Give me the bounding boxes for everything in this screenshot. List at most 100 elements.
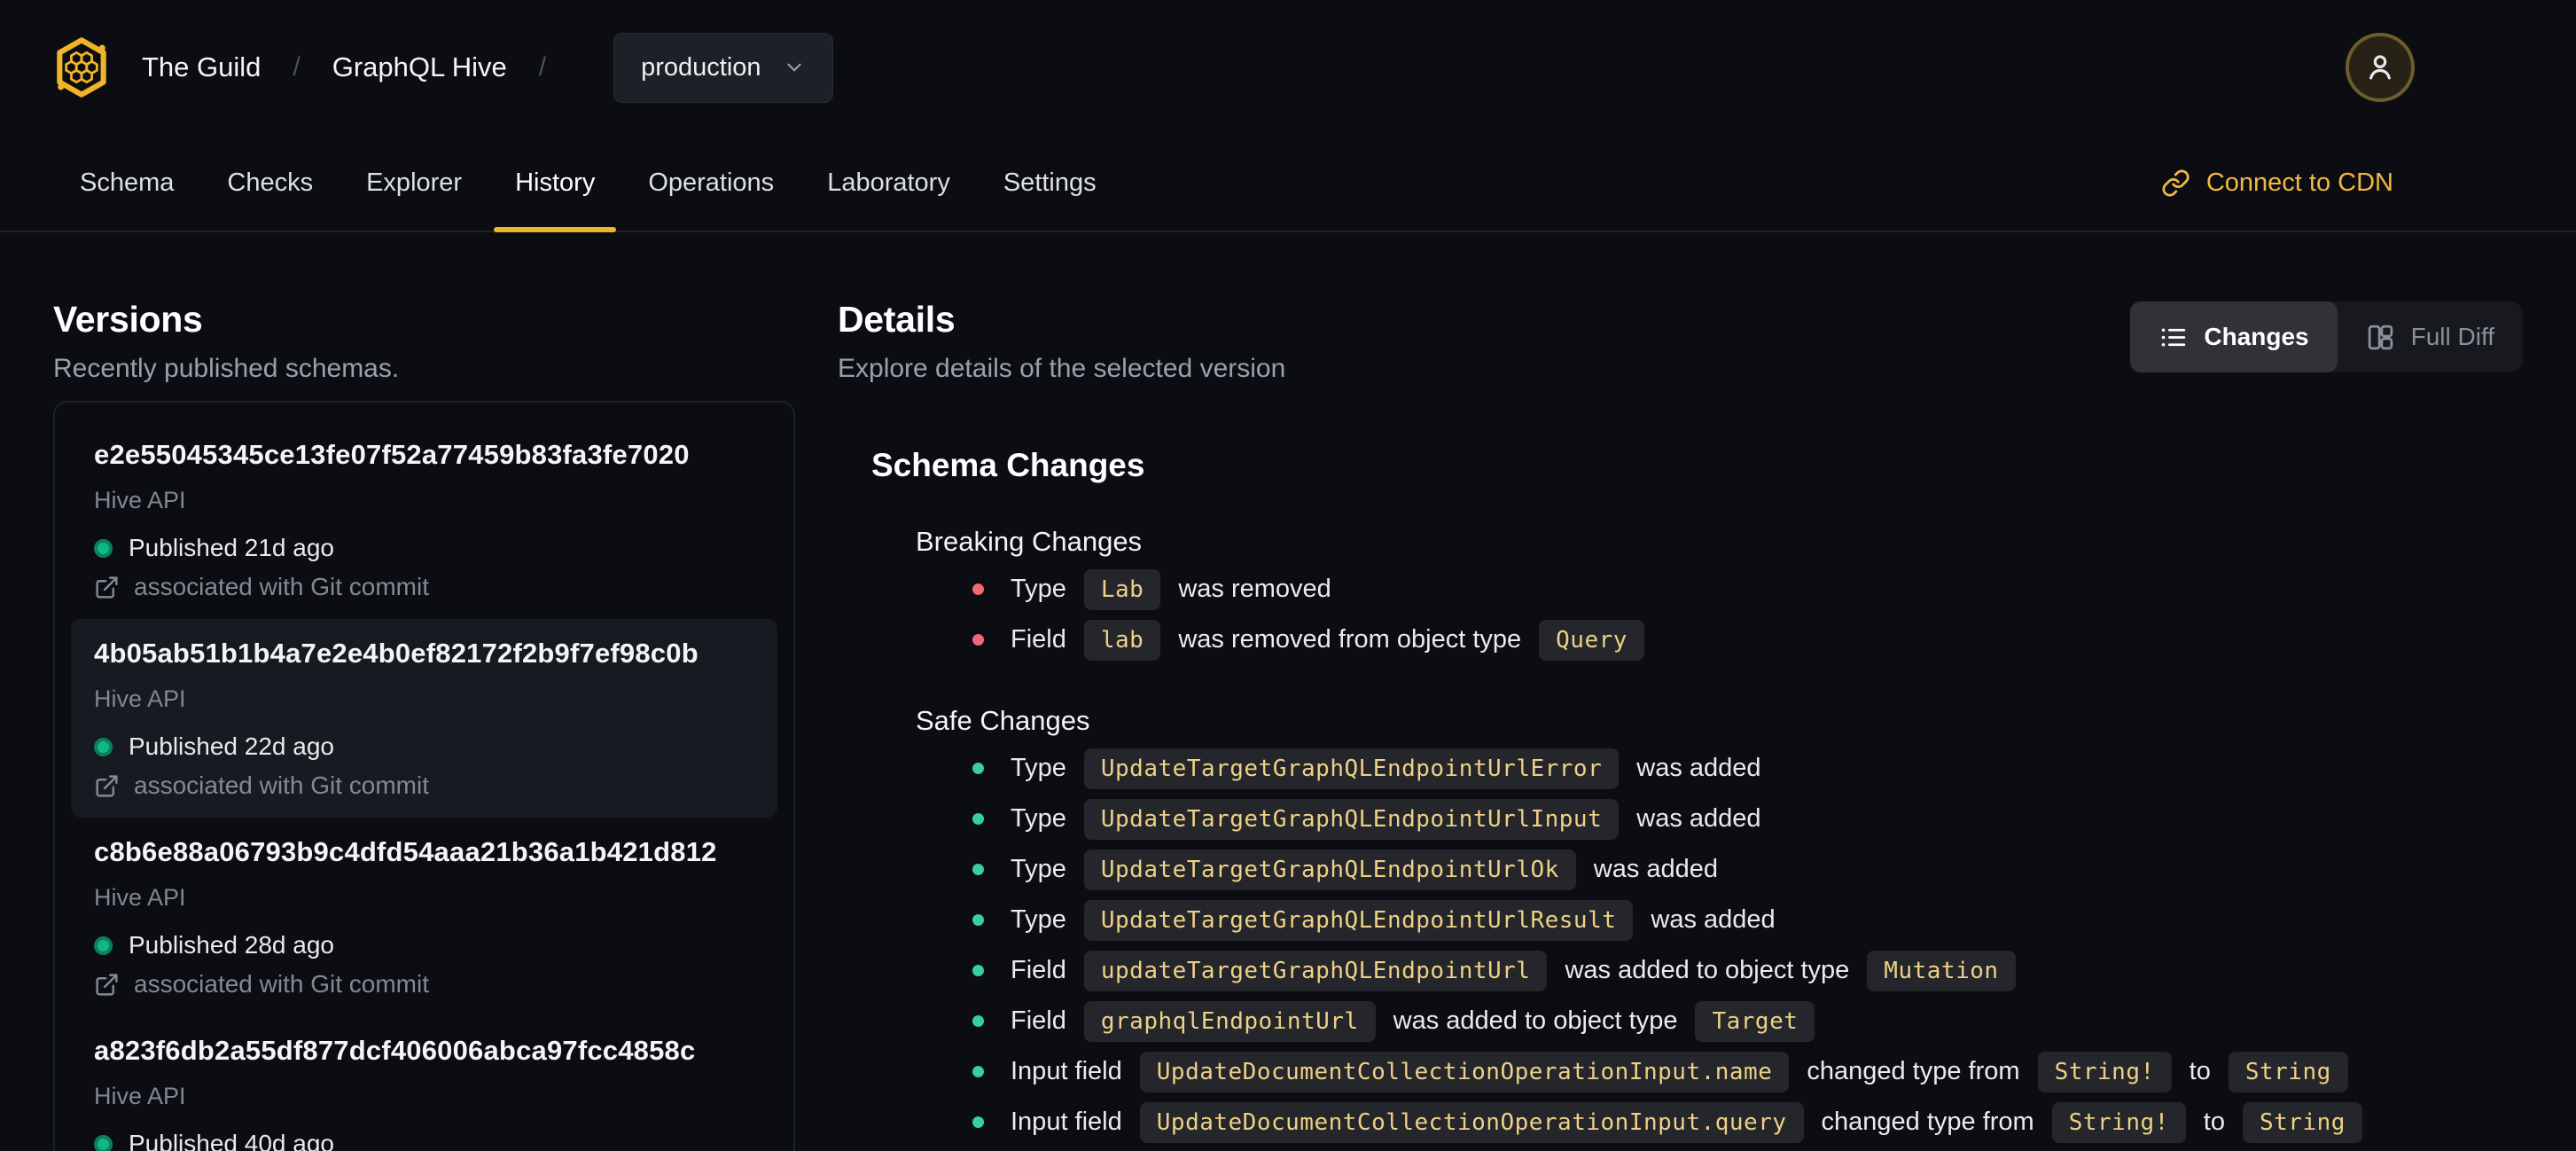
tab-laboratory[interactable]: Laboratory — [800, 135, 977, 231]
full-diff-toggle-button[interactable]: Full Diff — [2338, 301, 2523, 372]
change-text: Input field — [1011, 1108, 1122, 1136]
hive-logo-icon[interactable] — [53, 36, 110, 98]
bullet-icon — [972, 914, 984, 926]
tab-explorer[interactable]: Explorer — [340, 135, 488, 231]
version-service: Hive API — [94, 1083, 186, 1109]
breadcrumb-separator: / — [293, 52, 301, 82]
code-chip: UpdateDocumentCollectionOperationInput.q… — [1139, 1101, 1804, 1143]
published-text: Published 28d ago — [129, 931, 334, 959]
code-chip: String! — [2037, 1051, 2172, 1092]
change-text: was added to object type — [1393, 1006, 1678, 1035]
bullet-icon — [972, 763, 984, 774]
published-dot-icon — [94, 538, 113, 558]
change-row: Input field UpdateDocumentCollectionOpera… — [972, 1046, 2523, 1097]
published-text: Published 40d ago — [129, 1130, 334, 1151]
published-dot-icon — [94, 737, 113, 756]
version-card[interactable]: 4b05ab51b1b4a7e2e4b0ef82172f2b9f7ef98c0b… — [71, 619, 777, 818]
full-diff-toggle-label: Full Diff — [2410, 323, 2494, 350]
change-text: Field — [1011, 1006, 1066, 1035]
code-chip: UpdateTargetGraphQLEndpointUrlInput — [1083, 798, 1620, 840]
code-chip: updateTargetGraphQLEndpointUrl — [1083, 950, 1548, 991]
change-text: was removed from object type — [1178, 625, 1522, 654]
bullet-icon — [972, 634, 984, 646]
breaking-changes-group: Breaking Changes Type Lab was removed Field… — [916, 525, 2523, 665]
change-row: Field updateTargetGraphQLEndpointUrl was a… — [972, 945, 2523, 996]
change-text: Type — [1011, 905, 1066, 934]
code-chip: Mutation — [1867, 950, 2016, 991]
user-icon — [2369, 55, 2391, 80]
target-selector-value: production — [641, 52, 761, 82]
change-text: Type — [1011, 754, 1066, 782]
change-row: Field graphqlEndpointUrl was added to obje… — [972, 996, 2523, 1046]
breadcrumb-separator: / — [538, 52, 547, 82]
user-avatar[interactable] — [2346, 33, 2415, 102]
version-card[interactable]: a823f6db2a55df877dcf406006abca97fcc4858c… — [71, 1016, 777, 1151]
git-commit-link[interactable]: associated with Git commit — [94, 771, 754, 800]
link-icon — [2162, 169, 2190, 196]
external-link-icon — [96, 576, 118, 599]
breadcrumb-project[interactable]: GraphQL Hive — [332, 51, 507, 83]
git-commit-text: associated with Git commit — [134, 970, 429, 998]
versions-title: Versions — [53, 299, 203, 340]
details-title: Details — [838, 299, 956, 340]
change-text: Field — [1011, 625, 1066, 654]
version-card[interactable]: e2e55045345ce13fe07f52a77459b83fa3fe7020… — [71, 420, 777, 619]
schema-changes-title: Schema Changes — [871, 447, 1145, 483]
safe-changes-title: Safe Changes — [916, 705, 1090, 736]
change-text: Type — [1011, 855, 1066, 883]
code-chip: UpdateDocumentCollectionOperationInput.n… — [1139, 1051, 1790, 1092]
git-commit-link[interactable]: associated with Git commit — [94, 970, 754, 998]
change-row: Input field UpdateDocumentCollectionOpera… — [972, 1097, 2523, 1147]
change-row: Type UpdateTargetGraphQLEndpointUrlResult… — [972, 895, 2523, 945]
change-row: Type UpdateTargetGraphQLEndpointUrlInput w… — [972, 794, 2523, 844]
breaking-changes-list: Type Lab was removed Field lab was removed fr… — [972, 564, 2523, 665]
version-hash: 4b05ab51b1b4a7e2e4b0ef82172f2b9f7ef98c0b — [94, 638, 699, 669]
git-commit-link[interactable]: associated with Git commit — [94, 573, 754, 601]
tab-history[interactable]: History — [488, 135, 621, 232]
breadcrumb-org[interactable]: The Guild — [142, 51, 261, 83]
changes-toggle-button[interactable]: Changes — [2130, 301, 2338, 372]
version-card[interactable]: c8b6e88a06793b9c4dfd54aaa21b36a1b421d812… — [71, 818, 777, 1016]
schema-changes-section: Schema Changes Breaking Changes Type Lab w… — [871, 445, 2523, 1147]
details-subtitle: Explore details of the selected version — [838, 354, 1286, 383]
change-text: was added — [1636, 804, 1761, 833]
change-text: Input field — [1011, 1057, 1122, 1085]
tab-schema[interactable]: Schema — [53, 135, 200, 231]
bullet-icon — [972, 583, 984, 595]
code-chip: UpdateTargetGraphQLEndpointUrlResult — [1083, 899, 1634, 941]
details-panel: Details Explore details of the selected … — [838, 298, 2523, 1151]
code-chip: Lab — [1083, 568, 1161, 610]
version-service: Hive API — [94, 487, 186, 513]
code-chip: graphqlEndpointUrl — [1083, 1000, 1376, 1042]
bullet-icon — [972, 864, 984, 875]
list-icon — [2162, 327, 2186, 347]
change-row: Field lab was removed from object type Quer… — [972, 615, 2523, 665]
nav-bar: Schema Checks Explorer History Operations Lab… — [0, 135, 2576, 232]
change-text: Field — [1011, 956, 1066, 984]
details-header-text: Details Explore details of the selected … — [838, 298, 1285, 385]
view-toggle-group: Changes Full Diff — [2130, 301, 2523, 372]
git-commit-text: associated with Git commit — [134, 573, 429, 600]
bullet-icon — [972, 1066, 984, 1077]
tab-checks[interactable]: Checks — [200, 135, 340, 231]
version-hash: c8b6e88a06793b9c4dfd54aaa21b36a1b421d812 — [94, 836, 717, 867]
top-header: The Guild / GraphQL Hive / production — [0, 0, 2576, 135]
published-dot-icon — [94, 1134, 113, 1151]
bullet-icon — [972, 965, 984, 976]
tab-operations[interactable]: Operations — [621, 135, 800, 231]
change-text: was added — [1593, 855, 1719, 883]
version-published: Published 21d ago — [94, 534, 754, 562]
change-text: was added — [1651, 905, 1776, 934]
connect-to-cdn-button[interactable]: Connect to CDN — [2161, 135, 2393, 231]
version-service: Hive API — [94, 884, 186, 911]
version-service: Hive API — [94, 685, 186, 712]
nav-tabs: Schema Checks Explorer History Operations Lab… — [53, 135, 1123, 232]
code-chip: UpdateTargetGraphQLEndpointUrlError — [1083, 748, 1620, 789]
target-selector[interactable]: production — [613, 32, 833, 103]
external-link-icon — [96, 973, 118, 996]
change-text: Type — [1011, 804, 1066, 833]
changes-toggle-label: Changes — [2204, 323, 2309, 350]
tab-settings[interactable]: Settings — [977, 135, 1123, 231]
version-published: Published 22d ago — [94, 732, 754, 761]
change-row: Type UpdateTargetGraphQLEndpointUrlError w… — [972, 743, 2523, 794]
